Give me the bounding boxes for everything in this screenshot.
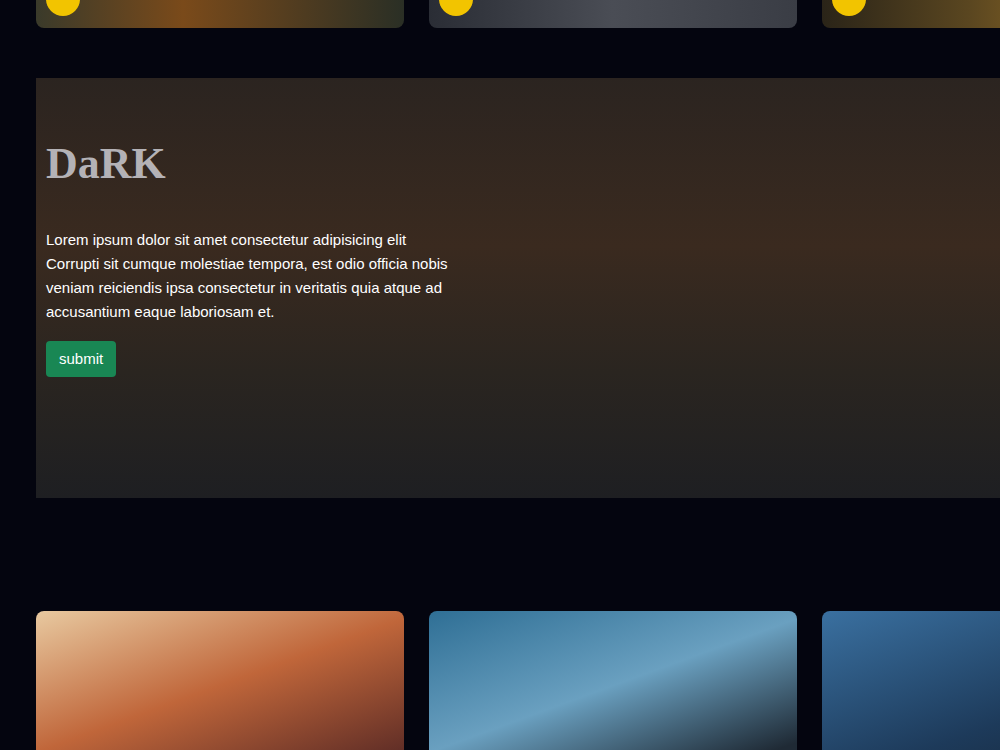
movie-card[interactable] (822, 611, 1000, 750)
movie-card[interactable] (429, 611, 797, 750)
movie-card[interactable] (36, 0, 404, 28)
hero-title: DaRK (46, 140, 166, 188)
submit-button[interactable]: submit (46, 341, 116, 377)
hero-description: Lorem ipsum dolor sit amet consectetur a… (46, 228, 456, 324)
movie-card[interactable] (429, 0, 797, 28)
movie-card[interactable] (822, 0, 1000, 28)
play-icon[interactable] (44, 0, 82, 24)
play-icon[interactable] (830, 0, 868, 24)
top-card-row (0, 0, 1000, 28)
movie-card[interactable] (36, 611, 404, 750)
bottom-card-row (0, 611, 1000, 750)
play-icon[interactable] (437, 0, 475, 24)
hero-banner: DaRK Lorem ipsum dolor sit amet consecte… (36, 78, 1000, 498)
